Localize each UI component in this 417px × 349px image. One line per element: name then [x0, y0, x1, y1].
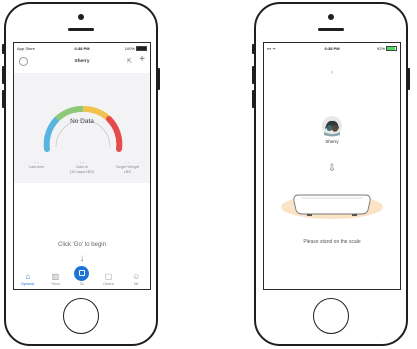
battery-icon — [386, 46, 397, 52]
camera-dot — [78, 14, 84, 20]
arrow-down-icon: ↓ — [79, 253, 85, 264]
volume-down-button — [252, 90, 255, 108]
tab-dynamic[interactable]: ⌂ Dynamic — [16, 272, 40, 286]
battery-percent: 92% — [376, 46, 385, 51]
battery-indicator: 92% — [376, 46, 397, 52]
begin-prompt: Click 'Go' to begin — [58, 242, 106, 248]
app-screen: ▪▪▪ ᯤ 6:38 PM 92% ‹ Sherry ⇩ Please stan… — [263, 42, 401, 290]
power-button — [407, 68, 410, 90]
home-button[interactable] — [313, 298, 349, 334]
go-button[interactable] — [74, 266, 90, 281]
tab-bar: ⌂ Dynamic ▥ Trend Go ▢ Device ☺ Me — [14, 265, 150, 289]
username: Sherry — [325, 139, 339, 144]
profile-header: Sherry ⇱ + — [14, 54, 150, 70]
tab-me[interactable]: ☺ Me — [124, 272, 148, 286]
app-screen: App Store 6:38 PM 100% Sherry ⇱ + No Dat… — [13, 42, 151, 290]
right-phone: ▪▪▪ ᯤ 6:38 PM 92% ‹ Sherry ⇩ Please stan… — [252, 2, 410, 346]
tab-label: Me — [133, 282, 139, 286]
volume-up-button — [2, 66, 5, 84]
metric-gain: - - Gain in (30 days/LBS) — [62, 160, 102, 175]
volume-down-button — [2, 90, 5, 108]
metrics-row: - - Last time - - Gain in (30 days/LBS) … — [14, 160, 150, 175]
home-icon: ⌂ — [25, 272, 31, 281]
avatar — [322, 116, 342, 137]
status-bar: App Store 6:38 PM 100% — [14, 45, 150, 53]
tab-label: Trend — [51, 282, 60, 286]
gauge-status: No Data — [70, 118, 94, 125]
tab-trend[interactable]: ▥ Trend — [43, 272, 67, 286]
tab-label: Device — [103, 282, 114, 286]
speaker — [68, 28, 94, 31]
chart-icon: ▥ — [51, 272, 60, 281]
tab-device[interactable]: ▢ Device — [97, 272, 121, 286]
instruction-text: Please stand on the scale — [303, 239, 361, 245]
battery-icon — [136, 46, 147, 52]
metric-label: Target Weight LBS — [115, 165, 139, 174]
volume-up-button — [252, 66, 255, 84]
metric-label: Gain in (30 days/LBS) — [69, 165, 95, 174]
me-icon: ☺ — [132, 272, 141, 281]
left-phone: App Store 6:38 PM 100% Sherry ⇱ + No Dat… — [2, 2, 160, 346]
battery-percent: 100% — [124, 46, 135, 51]
mute-switch — [252, 44, 255, 54]
mute-switch — [2, 44, 5, 54]
scale-illustration — [281, 194, 383, 219]
battery-indicator: 100% — [124, 46, 147, 52]
share-icon[interactable]: ⇱ — [127, 58, 132, 65]
tab-label: Dynamic — [21, 282, 35, 286]
home-button[interactable] — [63, 298, 99, 334]
power-button — [157, 68, 160, 90]
metric-target-weight: - - Target Weight LBS — [107, 160, 147, 175]
metric-label: Last time — [28, 165, 45, 169]
tab-label: Go — [79, 282, 85, 286]
camera-dot — [328, 14, 334, 20]
speaker — [318, 28, 344, 31]
device-icon: ▢ — [104, 272, 113, 281]
tab-go[interactable]: Go — [71, 266, 93, 286]
status-bar: ▪▪▪ ᯤ 6:38 PM 92% — [264, 45, 400, 53]
gauge-panel: No Data - - Last time - - Gain in (30 da… — [14, 73, 150, 183]
metric-last-time: - - Last time — [17, 160, 57, 175]
back-icon[interactable]: ‹ — [264, 70, 400, 76]
scale-icon — [78, 270, 85, 276]
add-button[interactable]: + — [139, 55, 145, 65]
arrow-down-icon: ⇩ — [327, 163, 337, 174]
